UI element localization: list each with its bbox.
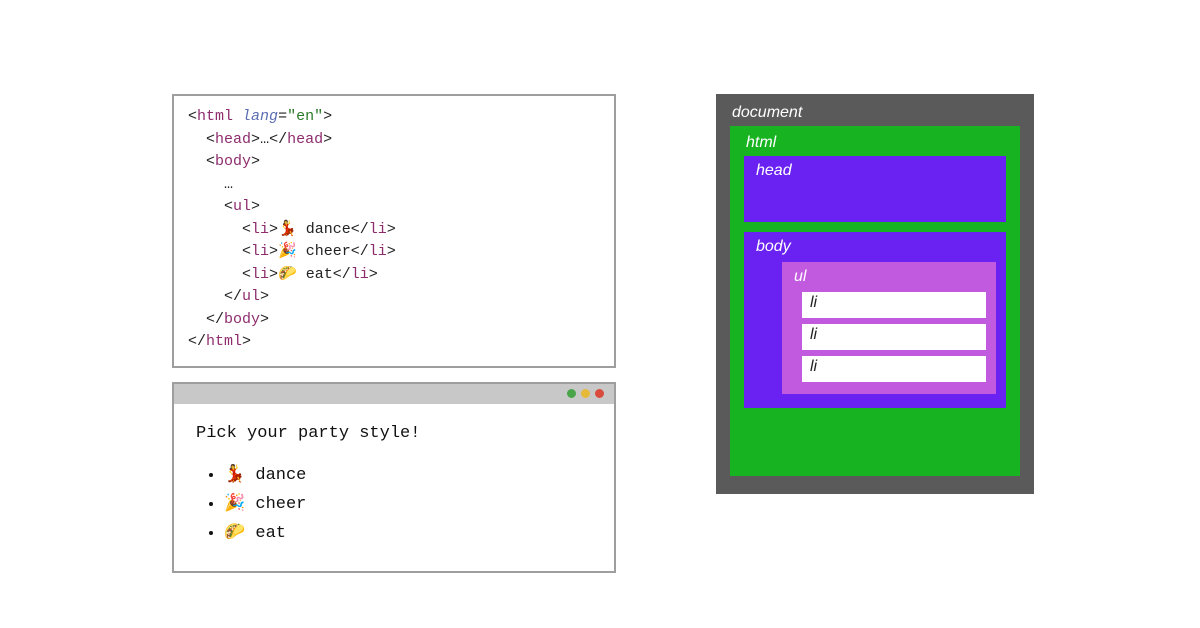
node-ul: ul li li li (782, 262, 996, 394)
list-item: 🌮 eat (224, 520, 592, 549)
window-minimize-icon (581, 389, 590, 398)
dom-tree-diagram: document html head body ul li li li (716, 94, 1034, 494)
html-source-panel: <html lang="en"> <head>…</head> <body> …… (172, 94, 616, 368)
window-close-icon (595, 389, 604, 398)
node-head: head (744, 156, 1006, 222)
page-heading: Pick your party style! (196, 420, 592, 449)
list-item: 💃 dance (224, 462, 592, 491)
window-zoom-icon (567, 389, 576, 398)
node-html: html head body ul li li li (730, 126, 1020, 476)
list-item: 🎉 cheer (224, 491, 592, 520)
browser-titlebar (174, 384, 614, 404)
node-li: li (802, 356, 986, 382)
node-document: document (732, 104, 1020, 122)
node-li: li (802, 292, 986, 318)
node-body: body ul li li li (744, 232, 1006, 408)
rendered-browser-panel: Pick your party style! 💃 dance 🎉 cheer 🌮… (172, 382, 616, 574)
node-li: li (802, 324, 986, 350)
party-style-list: 💃 dance 🎉 cheer 🌮 eat (210, 462, 592, 549)
